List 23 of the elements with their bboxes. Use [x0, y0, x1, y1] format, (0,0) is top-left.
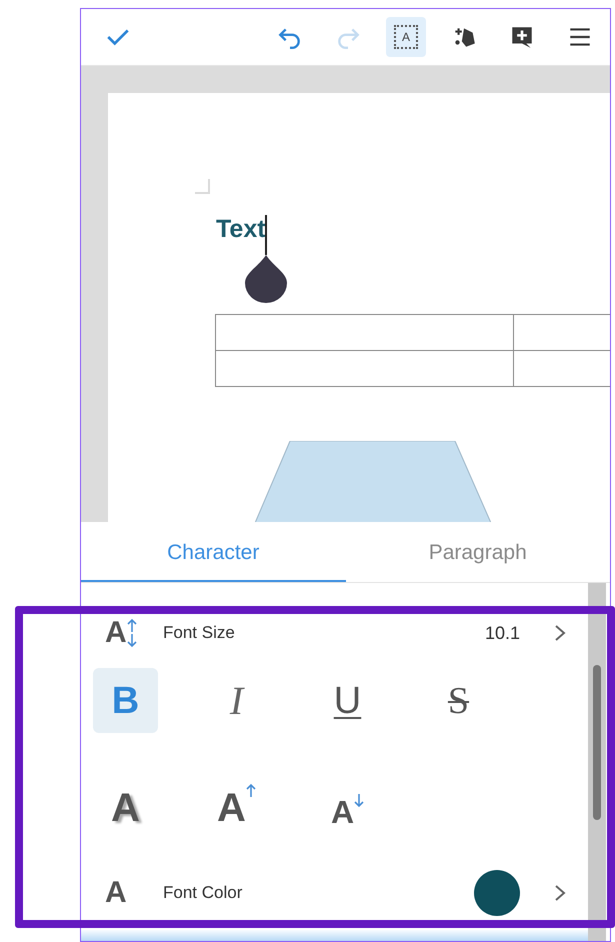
strikethrough-button[interactable]: S	[426, 668, 491, 733]
color-swatch[interactable]	[474, 870, 520, 916]
up-arrow-icon	[126, 618, 137, 633]
scrollbar[interactable]	[588, 583, 606, 941]
text-box-button[interactable]: A	[386, 17, 426, 57]
shadow-button[interactable]: A	[93, 783, 158, 833]
text-box-icon: A	[394, 25, 418, 49]
down-arrow-icon	[354, 793, 364, 808]
corner-mark-icon	[195, 179, 211, 195]
font-size-label: Font Size	[163, 622, 235, 644]
down-arrow-icon	[126, 633, 137, 648]
italic-button[interactable]: I	[204, 668, 269, 733]
font-color-glyph: A	[105, 878, 128, 908]
font-size-glyph: A	[105, 618, 127, 648]
chevron-right-icon	[554, 624, 566, 642]
chevron-right-icon	[554, 884, 566, 902]
font-size-value[interactable]: 10.1	[484, 620, 520, 646]
font-color-label: Font Color	[163, 882, 242, 904]
superscript-button[interactable]: A	[204, 783, 269, 833]
underline-button[interactable]: U	[315, 668, 380, 733]
text-box[interactable]: Text	[216, 217, 266, 242]
up-arrow-icon	[246, 783, 256, 798]
subscript-button[interactable]: A	[315, 783, 380, 833]
